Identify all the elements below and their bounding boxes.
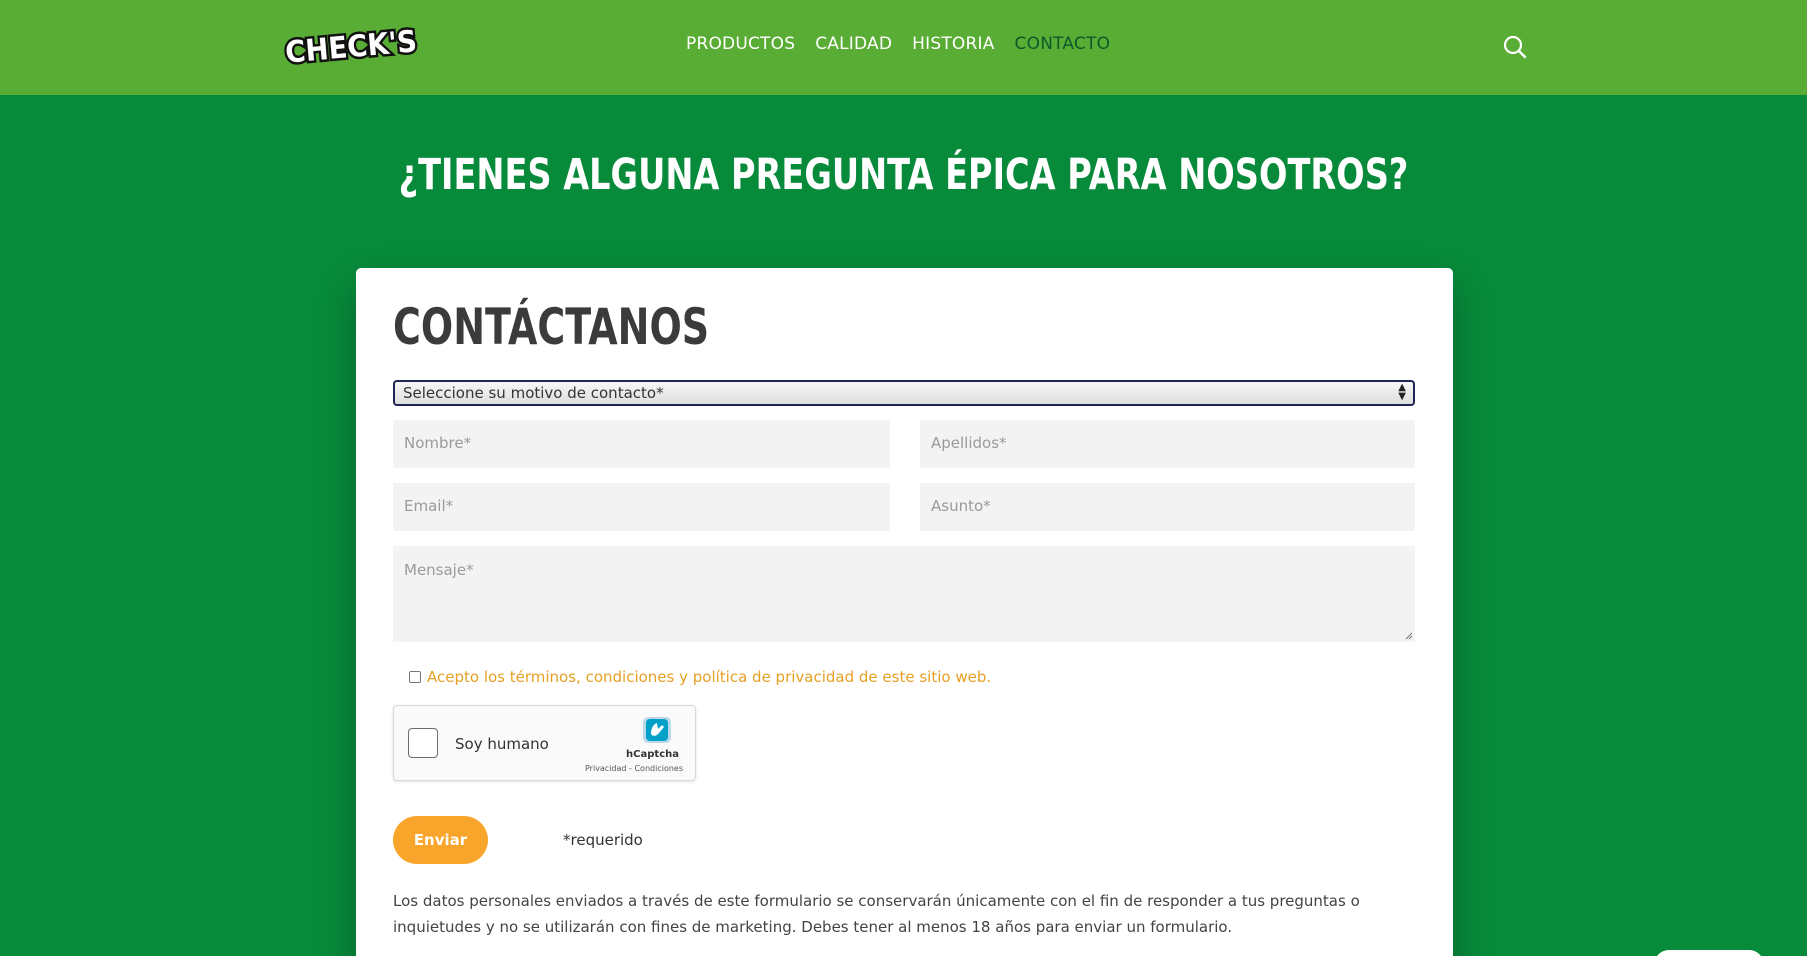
subject-input[interactable]: Asunto* (920, 483, 1415, 531)
captcha-links: Privacidad - Condiciones (585, 764, 683, 773)
message-placeholder: Mensaje* (404, 561, 474, 579)
first-name-placeholder: Nombre* (404, 434, 472, 452)
last-name-placeholder: Apellidos* (931, 434, 1007, 452)
form-title: CONTÁCTANOS (393, 298, 710, 356)
select-arrows-icon: ▲ ▼ (1398, 382, 1406, 402)
hcaptcha-widget: Soy humano hCaptcha Privacidad - Condici… (393, 705, 696, 781)
required-note: *requerido (563, 831, 643, 849)
select-value: Seleccione su motivo de contacto* (403, 384, 664, 402)
captcha-links-separator: - (629, 764, 632, 773)
captcha-label: Soy humano (455, 735, 549, 753)
submit-button[interactable]: Enviar (393, 816, 488, 864)
search-icon[interactable] (1502, 34, 1528, 60)
last-name-input[interactable]: Apellidos* (920, 420, 1415, 468)
top-navigation-bar: CHECK'S PRODUCTOS CALIDAD HISTORIA CONTA… (0, 0, 1807, 95)
nav-item-calidad[interactable]: CALIDAD (815, 34, 892, 54)
contact-reason-select[interactable]: Seleccione su motivo de contacto* ▲ ▼ (393, 380, 1415, 406)
nav-item-historia[interactable]: HISTORIA (912, 34, 994, 54)
captcha-brand: hCaptcha (626, 749, 679, 760)
page-headline: ¿TIENES ALGUNA PREGUNTA ÉPICA PARA NOSOT… (398, 150, 1409, 200)
contact-form-card: CONTÁCTANOS Seleccione su motivo de cont… (356, 268, 1453, 956)
message-textarea[interactable]: Mensaje* (393, 546, 1415, 642)
first-name-input[interactable]: Nombre* (393, 420, 890, 468)
terms-checkbox-row[interactable]: Acepto los términos, condiciones y polít… (409, 668, 991, 686)
svg-text:CHECK'S: CHECK'S (284, 24, 419, 68)
captcha-privacy-link[interactable]: Privacidad (585, 764, 627, 773)
captcha-conditions-link[interactable]: Condiciones (634, 764, 683, 773)
email-placeholder: Email* (404, 497, 454, 515)
privacy-disclaimer: Los datos personales enviados a través d… (393, 892, 1360, 936)
captcha-checkbox[interactable] (408, 728, 438, 758)
resize-grip-icon[interactable] (1405, 632, 1413, 640)
checks-logo[interactable]: CHECK'S (281, 24, 423, 68)
main-nav: PRODUCTOS CALIDAD HISTORIA CONTACTO (686, 34, 1110, 54)
hcaptcha-logo-icon (643, 717, 671, 743)
subject-placeholder: Asunto* (931, 497, 991, 515)
chat-widget-button[interactable] (1654, 950, 1764, 956)
nav-item-productos[interactable]: PRODUCTOS (686, 34, 795, 54)
terms-label: Acepto los términos, condiciones y polít… (427, 668, 992, 686)
nav-item-contacto[interactable]: CONTACTO (1015, 34, 1111, 54)
terms-checkbox[interactable] (409, 671, 421, 683)
email-input[interactable]: Email* (393, 483, 890, 531)
